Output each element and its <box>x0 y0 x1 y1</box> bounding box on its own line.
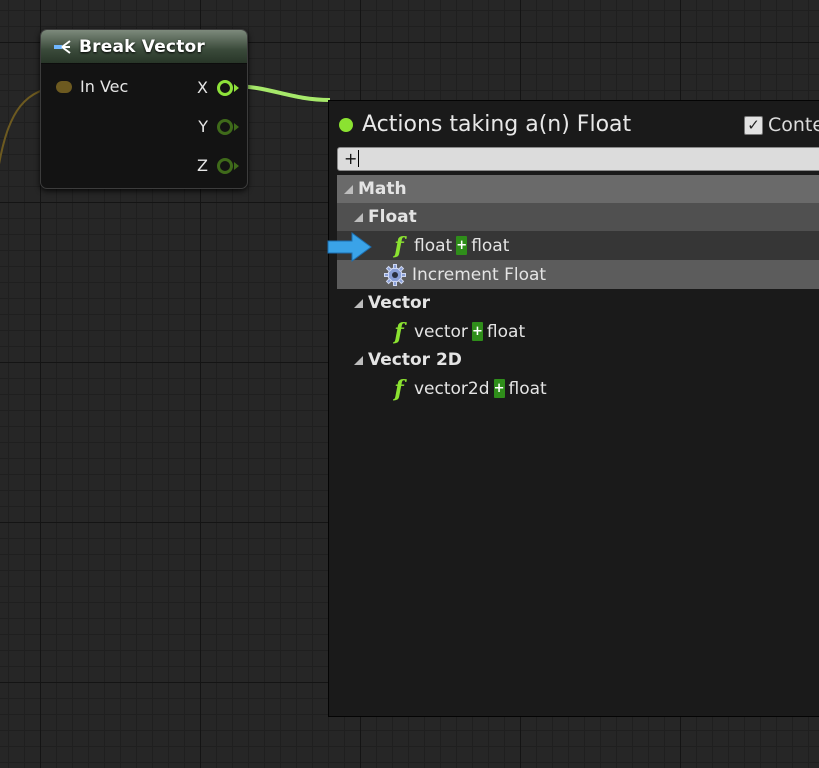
function-icon: f <box>394 318 404 345</box>
z-output-pin[interactable]: Z <box>197 156 239 175</box>
expand-triangle-icon[interactable] <box>354 212 363 222</box>
action-increment-float[interactable]: Increment Float <box>337 260 819 289</box>
float-pin-icon[interactable] <box>217 157 239 174</box>
expand-triangle-icon[interactable] <box>354 298 363 308</box>
action-label-right: float <box>471 235 510 256</box>
category-label: Float <box>368 207 417 227</box>
function-icon: f <box>394 375 404 402</box>
category-math[interactable]: Math <box>337 175 819 203</box>
action-menu-title: Actions taking a(n) Float <box>362 112 632 137</box>
float-type-icon <box>339 117 353 132</box>
y-label: Y <box>198 117 208 136</box>
search-text: + <box>344 149 358 168</box>
action-label-right: float <box>508 378 547 399</box>
category-vector[interactable]: Vector <box>337 289 819 317</box>
action-menu-header: Actions taking a(n) Float <box>339 112 631 137</box>
action-label: Increment Float <box>412 264 547 285</box>
action-label-right: float <box>486 321 526 342</box>
in-vec-pin[interactable]: In Vec <box>56 77 128 96</box>
z-label: Z <box>197 156 208 175</box>
highlight-arrow-icon <box>327 232 372 262</box>
node-header[interactable]: Break Vector <box>41 30 247 64</box>
expand-triangle-icon[interactable] <box>354 355 363 365</box>
category-label: Math <box>358 179 407 199</box>
context-sensitive-checkbox[interactable]: ✓ <box>744 115 763 135</box>
action-vector-plus-float[interactable]: f vector + float <box>337 317 819 346</box>
break-struct-icon <box>54 39 71 54</box>
action-menu: Actions taking a(n) Float ✓ Conte + Math… <box>328 100 819 717</box>
plus-badge: + <box>493 379 505 398</box>
context-sensitive-label: Conte <box>768 114 819 136</box>
float-pin-icon[interactable] <box>217 118 239 135</box>
action-vector2d-plus-float[interactable]: f vector2d + float <box>337 374 819 403</box>
plus-badge: + <box>471 322 483 341</box>
function-icon: f <box>394 232 404 259</box>
search-input[interactable]: + <box>337 147 819 171</box>
action-float-plus-float[interactable]: f float + float <box>337 231 819 260</box>
gear-icon <box>384 263 406 286</box>
y-output-pin[interactable]: Y <box>198 117 239 136</box>
text-caret <box>358 150 360 167</box>
action-tree: Math Float f float + float Increment Flo… <box>337 175 819 403</box>
plus-badge: + <box>456 236 468 255</box>
float-pin-icon[interactable] <box>217 79 239 96</box>
action-label-left: vector2d <box>414 378 490 399</box>
in-vec-label: In Vec <box>80 77 129 96</box>
action-label-left: float <box>414 235 453 256</box>
action-label-left: vector <box>414 321 468 342</box>
category-float[interactable]: Float <box>337 203 819 231</box>
expand-triangle-icon[interactable] <box>344 184 353 194</box>
x-output-pin[interactable]: X <box>197 78 239 97</box>
vector-pin-icon[interactable] <box>56 80 72 93</box>
node-title: Break Vector <box>79 36 205 57</box>
category-label: Vector 2D <box>368 350 462 370</box>
category-label: Vector <box>368 293 431 313</box>
category-vector-2d[interactable]: Vector 2D <box>337 346 819 374</box>
context-sensitive-toggle[interactable]: ✓ Conte <box>744 114 819 136</box>
x-label: X <box>197 78 208 97</box>
break-vector-node[interactable]: Break Vector In Vec X Y Z <box>40 29 248 189</box>
